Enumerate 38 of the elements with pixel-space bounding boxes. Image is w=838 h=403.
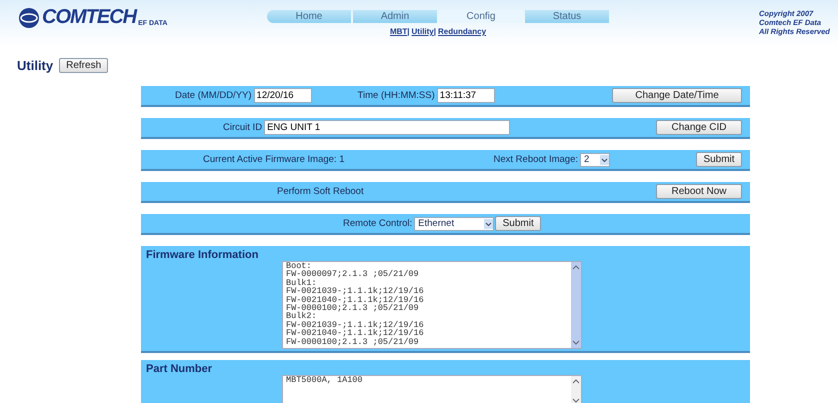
nav-tab[interactable]: Home bbox=[267, 10, 351, 23]
remote-control-select[interactable]: Ethernet bbox=[414, 216, 494, 230]
reboot-now-button[interactable]: Reboot Now bbox=[656, 184, 742, 199]
logo-wordmark: COMTECH bbox=[42, 6, 136, 29]
sub-nav-link[interactable]: Utility bbox=[412, 27, 434, 36]
globe-logo-icon bbox=[18, 6, 40, 28]
scrollbar-icon[interactable] bbox=[571, 376, 581, 403]
link-separator: | bbox=[407, 27, 410, 36]
circuit-id-field[interactable]: ENG UNIT 1 bbox=[264, 120, 510, 135]
page-title: Utility bbox=[17, 58, 54, 72]
part-number-text-area[interactable]: MBT5000A, 1A100 bbox=[282, 375, 582, 403]
dropdown-caret-icon bbox=[600, 154, 609, 164]
circuit-id-label: Circuit ID bbox=[223, 122, 262, 133]
submit-button[interactable]: Submit bbox=[495, 216, 542, 231]
submit-button[interactable]: Submit bbox=[696, 152, 742, 167]
change-date-time-button[interactable]: Change Date/Time bbox=[612, 88, 742, 103]
scrollbar-icon[interactable] bbox=[571, 262, 581, 348]
section-title: Firmware Information bbox=[146, 249, 260, 261]
sub-nav-link[interactable]: MBT bbox=[390, 27, 408, 36]
remote-control-label: Remote Control: bbox=[343, 218, 412, 229]
time-field[interactable]: 13:11:37 bbox=[436, 88, 495, 103]
next-image-select[interactable]: 2 bbox=[580, 152, 610, 166]
current-image-text: Current Active Firmware Image: 1 bbox=[203, 154, 344, 165]
change-cid-button[interactable]: Change CID bbox=[656, 120, 742, 135]
next-reboot-label: Next Reboot Image: bbox=[494, 154, 578, 165]
time-label: Time (HH:MM:SS) bbox=[358, 90, 435, 101]
link-separator: | bbox=[434, 27, 436, 36]
date-label: Date (MM/DD/YY) bbox=[175, 90, 252, 101]
nav-tab[interactable]: Admin bbox=[353, 10, 437, 23]
soft-reboot-label: Perform Soft Reboot bbox=[277, 186, 364, 197]
date-field[interactable]: 12/20/16 bbox=[254, 88, 312, 103]
nav-tab[interactable]: Config bbox=[439, 10, 523, 23]
refresh-button[interactable]: Refresh bbox=[59, 58, 108, 72]
sub-nav-link[interactable]: Redundancy bbox=[438, 27, 486, 36]
section-title: Part Number bbox=[146, 363, 214, 375]
nav-tab[interactable]: Status bbox=[525, 10, 609, 23]
dropdown-caret-icon bbox=[484, 218, 494, 228]
firmware-text-area[interactable]: Boot: FW-0000097;2.1.3 ;05/21/09 Bulk1: FW-0021039-;1.1.1k;12/19/16 FW-0021040-;1.1.1k;12/19/16 FW-0000100;2.1.3 ;05/21/09 Bulk2: FW-0021039-;1.1.1k;12/19/16 FW-0021040-;1.1.1k;12/19/16 FW-0000100;2.1.3 ;05/21/09 bbox=[282, 261, 582, 349]
